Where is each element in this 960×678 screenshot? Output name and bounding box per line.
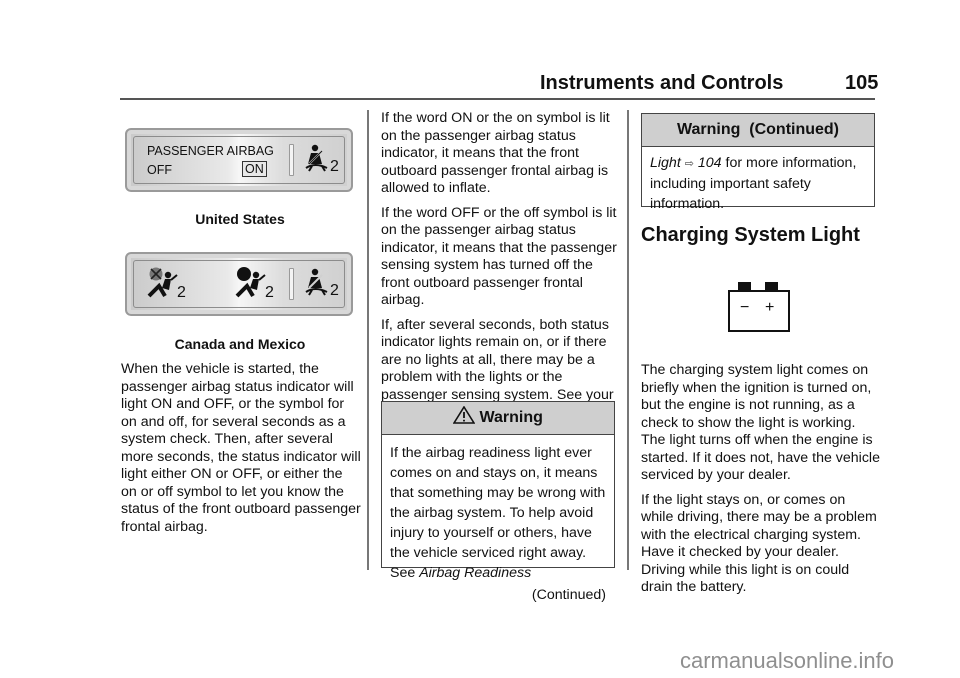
page-reference-arrow-icon: ⇨ [684, 158, 694, 170]
seatbelt-position-number: 2 [330, 282, 339, 299]
continued-label: (Continued) [531, 587, 606, 603]
panel-passenger-airbag-label: PASSENGER AIRBAG [147, 144, 274, 158]
column-divider-right [627, 110, 629, 570]
warning-continued-text: for more information, including importan… [650, 155, 857, 212]
warning-text: If the airbag readiness light ever comes… [390, 445, 606, 581]
warning-triangle-icon [452, 405, 479, 426]
battery-plus-sign: + [765, 299, 775, 316]
airbag-off-position-number: 2 [177, 284, 186, 301]
middle-column-text: If the word ON or the on symbol is lit o… [381, 110, 619, 422]
body-paragraph-status-check: When the vehicle is started, the passeng… [121, 361, 361, 535]
seatbelt-reminder-icon [305, 144, 331, 179]
watermark: carmanualsonline.info [680, 648, 895, 673]
header-rule [120, 98, 875, 100]
body-paragraph-charging-check: The charging system light comes on brief… [641, 362, 880, 483]
panel-separator [289, 268, 294, 300]
running-header-title: Instruments and Controls [540, 72, 784, 94]
panel-separator [289, 144, 294, 176]
battery-minus-sign: − [740, 299, 750, 316]
warning-title: Warning [479, 409, 543, 426]
body-paragraph-charging-problem: If the light stays on, or comes on while… [641, 491, 877, 596]
panel-on-label: ON [242, 161, 267, 177]
figure-caption-canada-mexico: Canada and Mexico [174, 336, 306, 352]
light-link[interactable]: Light [650, 155, 681, 171]
airbag-on-icon [235, 266, 267, 305]
body-paragraph-off: If the word OFF or the off symbol is lit… [381, 204, 617, 309]
airbag-readiness-link[interactable]: Airbag Readiness [419, 565, 531, 581]
airbag-on-position-number: 2 [265, 284, 274, 301]
airbag-off-icon [147, 266, 179, 305]
warning-body: If the airbag readiness light ever comes… [382, 435, 614, 611]
warning-header: Warning [382, 402, 614, 435]
right-column-text: The charging system light comes on brief… [641, 362, 881, 597]
seatbelt-reminder-icon [305, 268, 331, 303]
page-number: 105 [845, 72, 879, 94]
warning-continued-body: Light ⇨ 104 for more information, includ… [642, 147, 874, 220]
canada-mexico-airbag-status-panel: 2 2 2 [125, 252, 353, 316]
warning-box: Warning If the airbag readiness light ev… [381, 401, 615, 603]
warning-continued-header: Warning (Continued) [642, 114, 874, 147]
figure-caption-us: United States [195, 211, 285, 227]
panel-off-label: OFF [147, 163, 172, 177]
warning-continued-box: Warning (Continued) Light ⇨ 104 for more… [641, 113, 875, 212]
battery-icon: − + [728, 282, 790, 332]
us-airbag-status-panel: PASSENGER AIRBAG OFF ON 2 [125, 128, 353, 192]
seatbelt-position-number: 2 [330, 158, 339, 175]
page-reference-number[interactable]: 104 [698, 155, 722, 171]
section-title-charging-system-light: Charging System Light [641, 224, 860, 246]
column-divider-left [367, 110, 369, 570]
body-paragraph-on: If the word ON or the on symbol is lit o… [381, 110, 610, 196]
